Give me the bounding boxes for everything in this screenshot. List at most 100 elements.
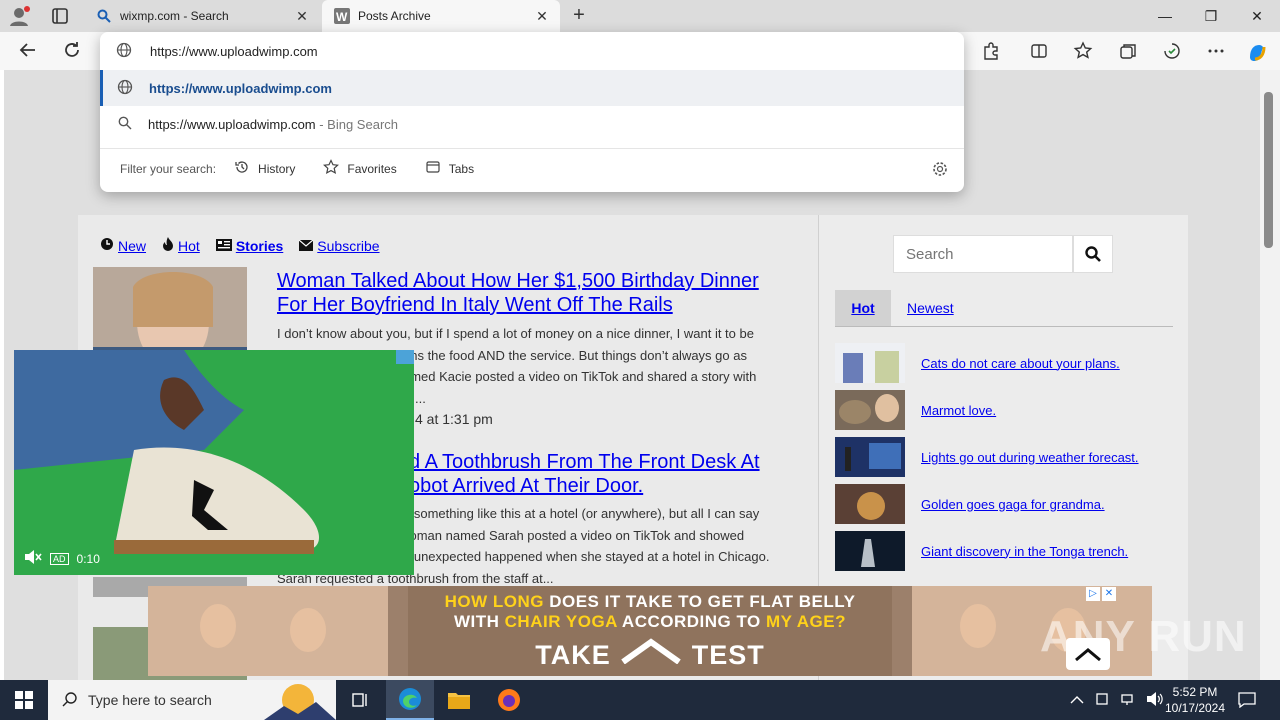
tab-wixmp-search[interactable]: wixmp.com - Search ✕ — [84, 0, 320, 32]
fire-icon — [162, 237, 174, 254]
profile-icon[interactable] — [8, 5, 32, 27]
tab-close-icon[interactable]: ✕ — [294, 8, 310, 25]
clock[interactable]: 5:52 PM 10/17/2024 — [1160, 684, 1230, 716]
ad-cta[interactable]: TAKE TEST — [148, 638, 1152, 671]
close-window-button[interactable]: ✕ — [1234, 0, 1280, 32]
scrollbar-thumb[interactable] — [1264, 92, 1273, 248]
back-icon[interactable] — [16, 40, 40, 62]
filter-favorites-label: Favorites — [347, 161, 397, 176]
tab-label: wixmp.com - Search — [120, 9, 229, 23]
new-tab-button[interactable]: + — [566, 4, 592, 28]
refresh-icon[interactable] — [60, 40, 84, 62]
tab-posts-archive[interactable]: W Posts Archive ✕ — [322, 0, 560, 32]
nav-hot[interactable]: Hot — [162, 237, 200, 254]
nav-stories-label: Stories — [235, 237, 284, 254]
favorites-icon[interactable] — [1072, 41, 1094, 61]
ad-headline: HOW LONG DOES IT TAKE TO GET FLAT BELLY … — [148, 592, 1152, 632]
list-item[interactable]: Golden goes gaga for grandma. — [835, 484, 1105, 524]
file-explorer-icon[interactable] — [435, 680, 483, 720]
windows-start-button[interactable] — [0, 680, 48, 720]
tab-hot[interactable]: Hot — [835, 290, 891, 326]
more-options-icon[interactable] — [1205, 41, 1227, 61]
taskbar-search[interactable]: Type here to search — [48, 680, 336, 720]
post-title-link[interactable]: Woman Talked About How Her $1,500 Birthd… — [277, 269, 787, 317]
task-view-icon[interactable] — [336, 680, 384, 720]
search-filter-bar: Filter your search: History Favorites Ta… — [100, 148, 964, 188]
mute-icon[interactable] — [24, 550, 42, 567]
tabs-icon — [425, 159, 441, 178]
video-ad[interactable]: AD 0:10 — [14, 350, 414, 575]
minimize-button[interactable]: — — [1142, 0, 1188, 32]
ad-badge: AD — [50, 552, 69, 565]
ad-text: CHAIR YOGA — [504, 612, 618, 631]
clock-date: 10/17/2024 — [1164, 701, 1226, 715]
copilot-icon[interactable] — [1246, 41, 1268, 61]
list-item-link[interactable]: Lights go out during weather forecast. — [921, 450, 1139, 465]
suggestion-url[interactable]: https://www.uploadwimp.com — [100, 70, 964, 106]
filter-tabs[interactable]: Tabs — [425, 159, 474, 178]
nav-stories[interactable]: Stories — [215, 237, 284, 254]
address-bar[interactable] — [100, 32, 964, 70]
video-controls: AD 0:10 — [24, 550, 100, 567]
chevron-up-icon[interactable] — [1070, 693, 1084, 708]
url-input[interactable] — [150, 43, 750, 59]
split-screen-icon[interactable] — [1028, 41, 1050, 61]
search-icon — [1085, 246, 1101, 262]
list-item-link[interactable]: Golden goes gaga for grandma. — [921, 497, 1105, 512]
list-item[interactable]: Marmot love. — [835, 390, 996, 430]
ad-info-icon[interactable]: ▷ — [1086, 587, 1100, 601]
tab-close-icon[interactable]: ✕ — [534, 8, 550, 25]
ad-close-icon[interactable]: ✕ — [1102, 587, 1116, 601]
list-item-link[interactable]: Cats do not care about your plans. — [921, 356, 1120, 371]
site-favicon-icon: W — [334, 8, 350, 24]
list-item[interactable]: Lights go out during weather forecast. — [835, 437, 1139, 477]
ad-cta-text: TAKE — [535, 640, 611, 670]
globe-icon — [117, 79, 133, 98]
suggestion-label: https://www.uploadwimp.com — [149, 80, 332, 96]
ad-text: ACCORDING TO — [617, 612, 766, 631]
ad-choices[interactable]: ▷ ✕ — [1086, 587, 1116, 601]
tab-label: Posts Archive — [358, 9, 431, 23]
settings-gear-icon[interactable] — [932, 161, 948, 180]
clock-time: 5:52 PM — [1172, 685, 1218, 699]
filter-tabs-label: Tabs — [448, 161, 475, 176]
tab-newest[interactable]: Newest — [907, 290, 954, 326]
security-icon[interactable] — [1094, 691, 1110, 710]
filter-history[interactable]: History — [234, 159, 295, 178]
category-nav: New Hot Stories Subscribe — [100, 237, 380, 254]
filter-favorites[interactable]: Favorites — [323, 159, 397, 178]
edge-taskbar-icon[interactable] — [386, 680, 434, 720]
list-item-link[interactable]: Giant discovery in the Tonga trench. — [921, 544, 1128, 559]
list-item[interactable]: Giant discovery in the Tonga trench. — [835, 531, 1128, 571]
collections-icon[interactable] — [1117, 41, 1139, 61]
search-highlight-icon — [264, 682, 336, 723]
ad-text: DOES IT TAKE TO GET FLAT BELLY — [543, 592, 856, 611]
search-button[interactable] — [1073, 235, 1113, 273]
ad-cta-text: TEST — [691, 640, 765, 670]
nav-subscribe-label: Subscribe — [317, 237, 380, 254]
post-title-link[interactable]: d A Toothbrush From The Front Desk At ob… — [409, 450, 789, 498]
search-icon — [62, 691, 78, 710]
tab-actions-icon[interactable] — [48, 6, 72, 26]
firefox-icon[interactable] — [485, 680, 533, 720]
thumbnail — [835, 531, 905, 571]
suggestion-engine: - Bing Search — [315, 116, 398, 132]
notifications-icon[interactable] — [1238, 680, 1256, 720]
anyrun-watermark: ANY RUN — [1040, 612, 1247, 661]
suggestion-search[interactable]: https://www.uploadwimp.com - Bing Search — [100, 106, 964, 142]
list-item[interactable]: Cats do not care about your plans. — [835, 343, 1120, 383]
excerpt-line: I don’t know about you, but if I spend a… — [277, 326, 754, 341]
nav-new[interactable]: New — [100, 237, 146, 254]
nav-subscribe[interactable]: Subscribe — [298, 237, 380, 254]
maximize-button[interactable]: ❐ — [1188, 0, 1234, 32]
address-bar-dropdown: https://www.uploadwimp.com https://www.u… — [100, 32, 964, 192]
search-input[interactable] — [893, 235, 1073, 273]
network-icon[interactable] — [1120, 691, 1136, 710]
browser-essentials-icon[interactable] — [1161, 41, 1183, 61]
history-icon — [234, 159, 250, 178]
extensions-icon[interactable] — [980, 41, 1002, 61]
list-item-link[interactable]: Marmot love. — [921, 403, 996, 418]
banner-ad[interactable]: HOW LONG DOES IT TAKE TO GET FLAT BELLY … — [148, 586, 1152, 676]
ad-text: WITH — [453, 612, 505, 631]
system-tray — [1070, 680, 1164, 720]
